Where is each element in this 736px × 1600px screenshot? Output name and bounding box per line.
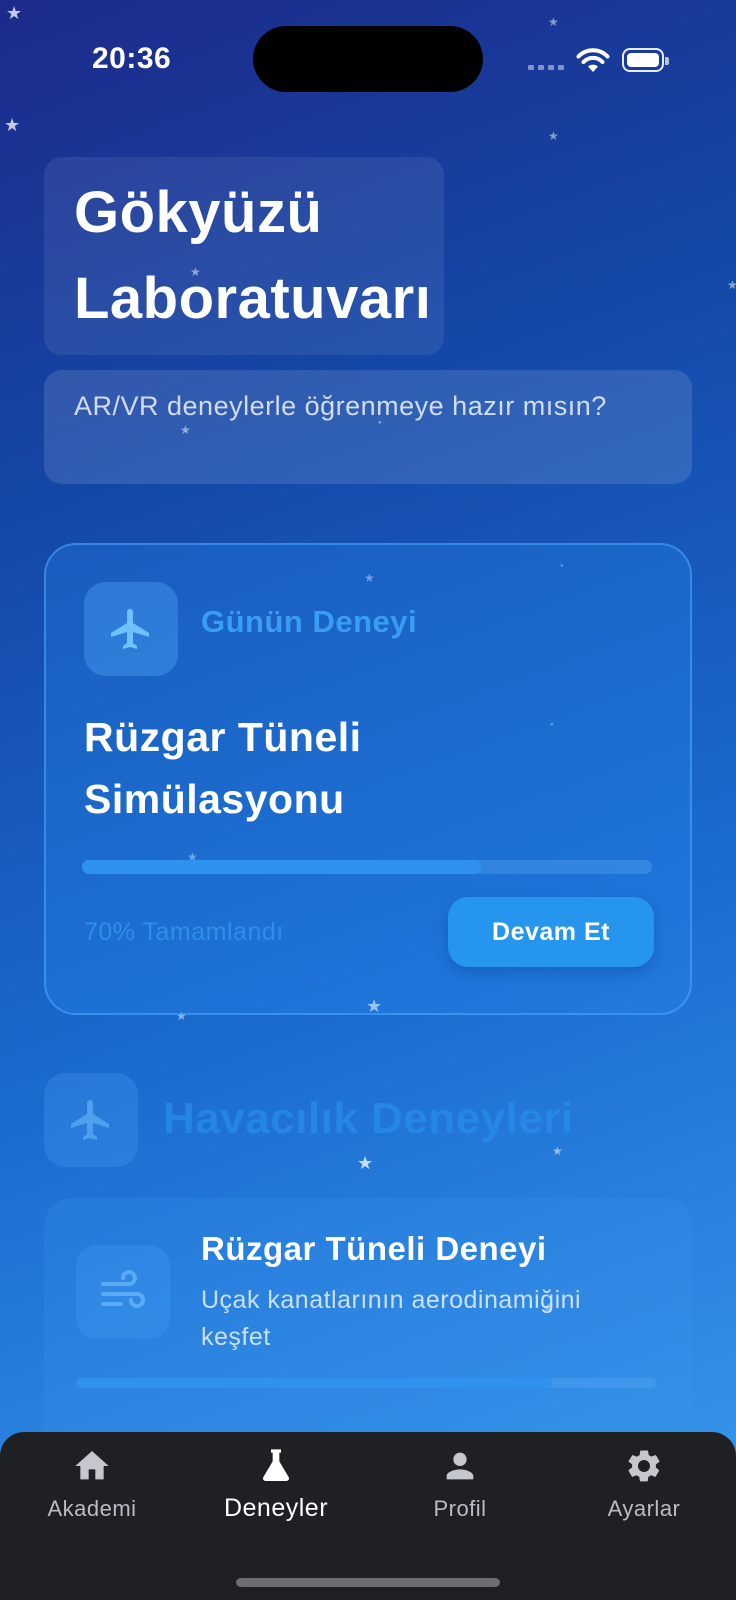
status-bar: 20:36: [0, 0, 736, 120]
continue-button[interactable]: Devam Et: [448, 897, 654, 967]
page-title: Gökyüzü Laboratuvarı: [74, 180, 432, 331]
tab-label: Ayarlar: [607, 1496, 681, 1521]
experiment-title: Rüzgar Tüneli Deneyi: [201, 1230, 547, 1267]
tab-label: Akademi: [47, 1496, 137, 1521]
experiment-progress-bar: [76, 1378, 656, 1388]
featured-progress-fill: [82, 860, 481, 874]
cellular-signal-icon: [528, 65, 564, 71]
experiment-description: Uçak kanatlarının aerodinamiğini keşfet: [201, 1286, 582, 1351]
page-subtitle: AR/VR deneylerle öğrenmeye hazır mısın?: [74, 391, 607, 421]
tab-label: Profil: [433, 1496, 487, 1521]
home-icon: [75, 1451, 109, 1480]
tab-deneyler[interactable]: Deneyler: [196, 1446, 356, 1523]
airplane-icon: [111, 609, 149, 649]
gear-icon: [628, 1450, 660, 1482]
tab-label: Deneyler: [223, 1494, 329, 1522]
wifi-icon: [576, 48, 610, 72]
featured-progress-text: 70% Tamamlandı: [84, 918, 284, 946]
home-indicator[interactable]: [236, 1578, 500, 1587]
experiment-progress-fill: [76, 1378, 552, 1388]
bottom-tab-bar: Akademi Deneyler Profil Ayarlar: [0, 1432, 736, 1600]
section-title: Havacılık Deneyleri: [163, 1094, 574, 1143]
airplane-icon: [71, 1100, 109, 1140]
person-icon: [446, 1452, 474, 1480]
featured-icon-badge: [84, 582, 178, 676]
featured-progress-bar: [82, 860, 652, 874]
tab-akademi[interactable]: Akademi: [12, 1446, 172, 1522]
dynamic-island: [253, 26, 483, 92]
section-icon-badge: [44, 1073, 138, 1167]
flask-icon: [262, 1449, 290, 1481]
experiment-icon-badge: [76, 1245, 170, 1339]
battery-icon: [622, 48, 669, 72]
featured-title: Rüzgar Tüneli Simülasyonu: [84, 714, 362, 822]
status-time: 20:36: [92, 42, 172, 75]
tab-profil[interactable]: Profil: [380, 1446, 540, 1522]
featured-tag: Günün Deneyi: [201, 604, 418, 639]
wind-icon: [101, 1270, 145, 1308]
tab-ayarlar[interactable]: Ayarlar: [564, 1446, 724, 1522]
